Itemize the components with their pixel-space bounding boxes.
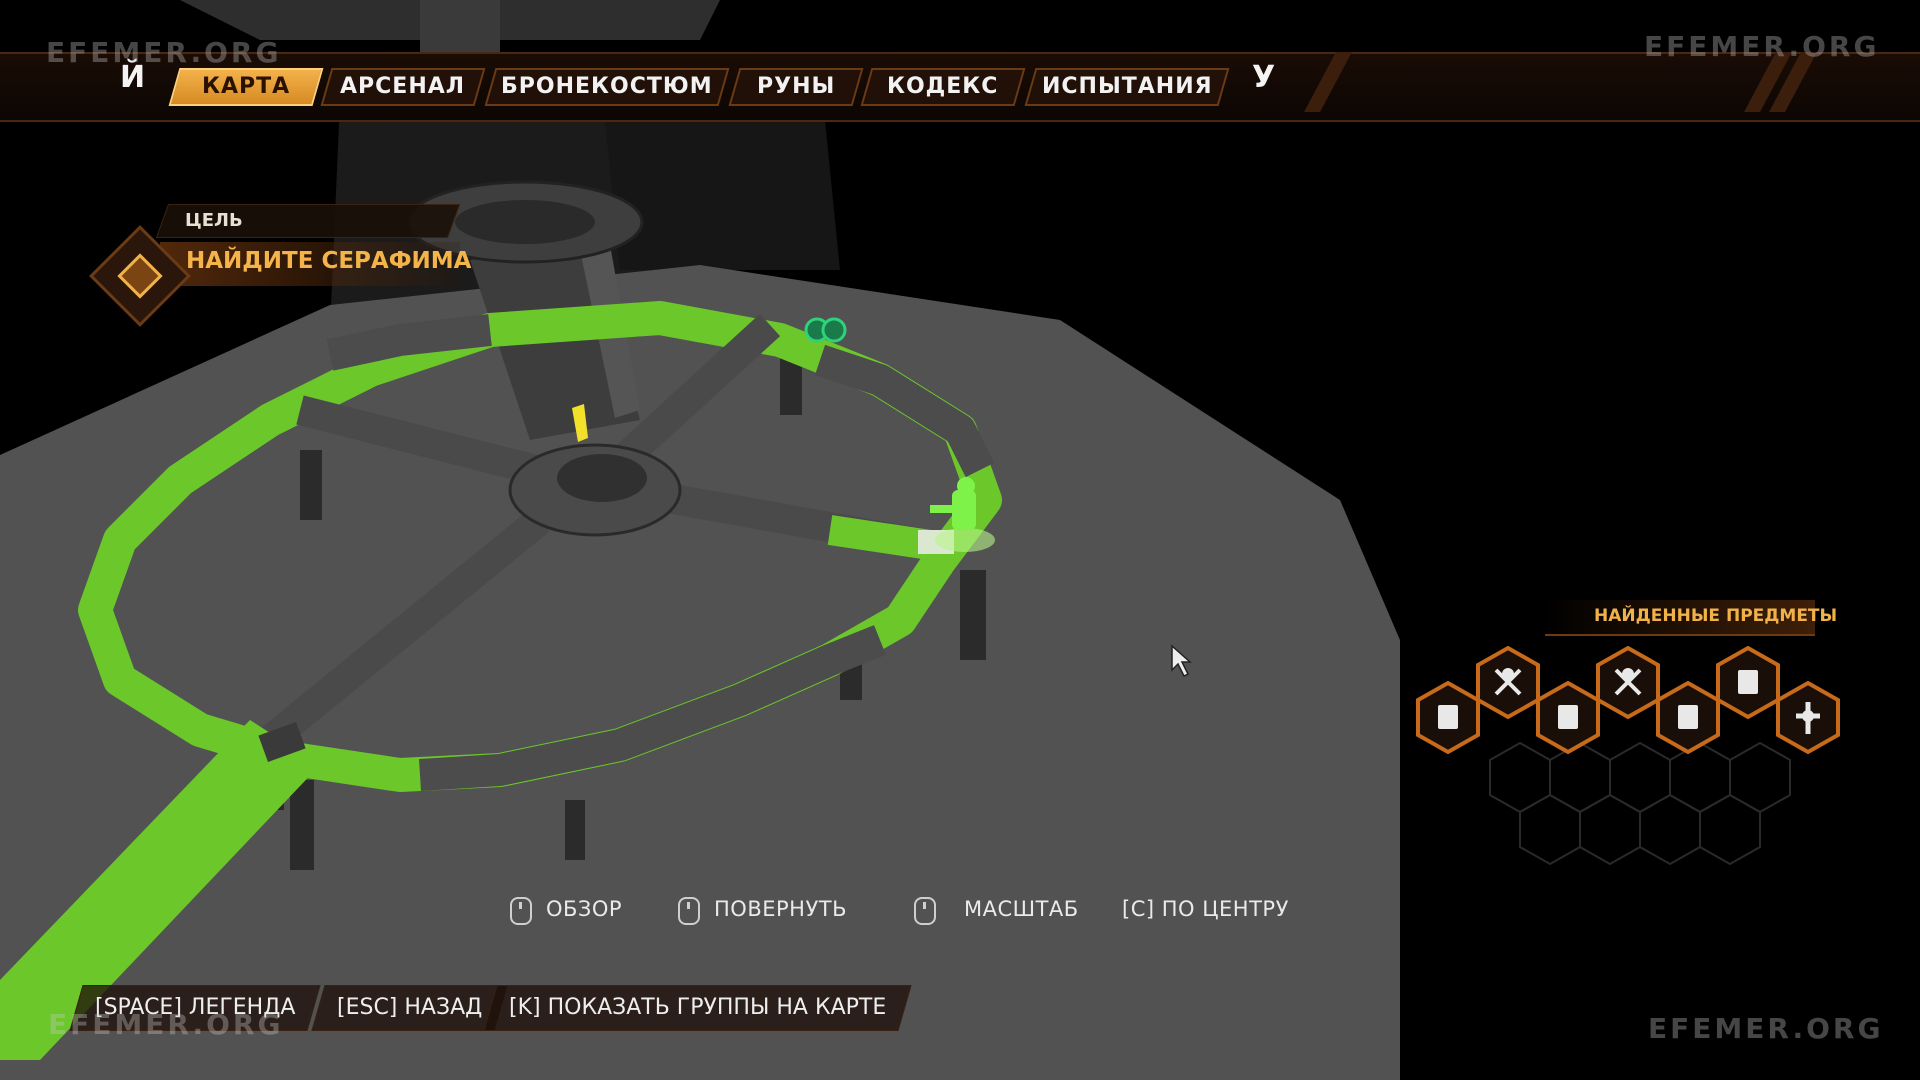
watermark: EFEMER.ORG xyxy=(1648,1012,1884,1045)
next-tab-key[interactable]: У xyxy=(1252,60,1275,95)
hint-rotate: ПОВЕРНУТЬ xyxy=(714,897,847,921)
mouse-right-icon xyxy=(678,897,700,925)
tab-codex[interactable]: КОДЕКС xyxy=(860,68,1026,106)
back-button[interactable]: [ESC] НАЗАД xyxy=(311,985,508,1031)
map-screen: { "tabs": [ {"label": "КАРТА", "active":… xyxy=(0,0,1920,1080)
watermark: EFEMER.ORG xyxy=(46,36,282,69)
mouse-wheel-icon xyxy=(914,897,936,925)
watermark: EFEMER.ORG xyxy=(48,1008,284,1041)
objective-text: НАЙДИТЕ СЕРАФИМА xyxy=(186,248,472,274)
watermark: EFEMER.ORG xyxy=(1644,30,1880,63)
show-groups-button[interactable]: [K] ПОКАЗАТЬ ГРУППЫ НА КАРТЕ xyxy=(483,985,912,1031)
found-items-grid xyxy=(1416,645,1840,866)
objective-label-box: ЦЕЛЬ xyxy=(155,204,461,238)
hint-center[interactable]: [C] ПО ЦЕНТРУ xyxy=(1122,897,1289,921)
tab-arsenal[interactable]: АРСЕНАЛ xyxy=(320,68,486,106)
tab-map[interactable]: КАРТА xyxy=(168,68,324,106)
hint-zoom: МАСШТАБ xyxy=(964,897,1079,921)
found-items-title: НАЙДЕННЫЕ ПРЕДМЕТЫ xyxy=(1594,606,1838,626)
tab-runes[interactable]: РУНЫ xyxy=(728,68,864,106)
mouse-cursor-icon xyxy=(1171,644,1192,678)
hint-overview: ОБЗОР xyxy=(546,897,623,921)
slayer-gate-marker[interactable] xyxy=(804,317,847,343)
tab-praetor-suit[interactable]: БРОНЕКОСТЮМ xyxy=(484,68,730,106)
tab-challenges[interactable]: ИСПЫТАНИЯ xyxy=(1024,68,1230,106)
mouse-left-icon xyxy=(510,897,532,925)
spoke-east-explored xyxy=(827,515,933,560)
map-view[interactable] xyxy=(0,0,1920,1080)
